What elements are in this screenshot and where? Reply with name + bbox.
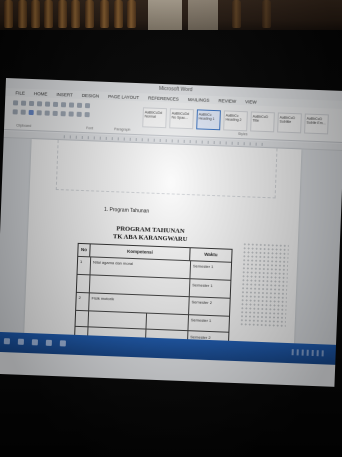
style-normal[interactable]: AaBbCcDd Normal — [142, 107, 167, 129]
table-row-1-no: 1 — [79, 258, 83, 265]
start-icon[interactable] — [3, 338, 11, 345]
bullets-icon[interactable] — [52, 101, 59, 108]
numbering-icon[interactable] — [60, 102, 67, 108]
document-title: PROGRAM TAHUNAN TK ABA KARANGWARU — [112, 225, 188, 243]
system-tray[interactable] — [291, 349, 326, 357]
pilcrow-icon[interactable] — [84, 103, 91, 109]
style-heading-2[interactable]: AaBbCc Heading 2 — [223, 110, 248, 132]
styles-group-label: Styles — [237, 131, 248, 137]
menu-mailings[interactable]: MAILINGS — [188, 96, 210, 102]
menu-design[interactable]: DESIGN — [82, 92, 99, 98]
menu-view[interactable]: VIEW — [245, 99, 257, 104]
align-right-icon[interactable] — [52, 110, 58, 117]
sort-icon[interactable] — [76, 102, 83, 108]
font-tools-row — [12, 100, 91, 109]
font-group-label: Font — [86, 126, 94, 131]
menu-file[interactable]: FILE — [15, 90, 25, 95]
browser-icon[interactable] — [45, 339, 52, 346]
photo-scene: Microsoft Word FILE HOME INSERT DESIGN P… — [0, 0, 342, 457]
table-row-1-text: Nilai agama dan moral — [92, 259, 134, 267]
table-row-4-time: Semester 1 — [190, 317, 212, 324]
background-shelf — [0, 0, 342, 34]
borders-icon[interactable] — [84, 112, 90, 118]
align-left-icon[interactable] — [36, 110, 42, 116]
line-spacing-icon[interactable] — [68, 111, 74, 117]
menu-review[interactable]: REVIEW — [218, 98, 236, 104]
document-canvas: 1. Program Tahunan PROGRAM TAHUNAN TK AB… — [0, 137, 342, 351]
menu-insert[interactable]: INSERT — [56, 91, 73, 97]
table-row-3-no: 2 — [78, 294, 81, 301]
document-page[interactable]: 1. Program Tahunan PROGRAM TAHUNAN TK AB… — [23, 139, 302, 350]
table-row-2-time: Semester 1 — [192, 282, 213, 289]
style-subtle-emphasis[interactable]: AaBbCcD Subtle Em... — [304, 113, 329, 135]
superscript-icon[interactable] — [20, 109, 26, 115]
clear-format-icon[interactable] — [44, 101, 51, 107]
subscript-icon[interactable] — [12, 109, 18, 115]
style-no-spacing[interactable]: AaBbCcDd No Spac... — [169, 108, 194, 130]
document-subheading: 1. Program Tahunan — [103, 206, 150, 215]
shading-icon[interactable] — [76, 111, 82, 117]
table-row-3-text: Fisik motorik — [91, 295, 115, 302]
previous-page-bottom — [55, 140, 278, 199]
search-icon[interactable] — [17, 338, 24, 345]
table-row-3-time: Semester 2 — [191, 299, 213, 306]
styles-gallery: AaBbCcDd Normal AaBbCcDd No Spac... AaBbCc… — [142, 107, 329, 135]
justify-icon[interactable] — [60, 111, 66, 117]
underline-icon[interactable] — [28, 100, 35, 107]
menu-home[interactable]: HOME — [34, 91, 48, 97]
decorative-dot-pattern — [239, 242, 289, 329]
table-row-1-time: Semester 1 — [192, 263, 214, 270]
align-center-icon[interactable] — [44, 110, 50, 116]
program-table: No Kompetensi Waktu 1 Nilai agama dan mo… — [73, 242, 233, 347]
style-title[interactable]: AaBbCcD Title — [250, 111, 275, 133]
font-size-icon[interactable] — [36, 101, 43, 107]
paragraph-tools-row — [12, 109, 90, 118]
laptop-screen: Microsoft Word FILE HOME INSERT DESIGN P… — [0, 78, 342, 387]
paragraph-group-label: Paragraph — [114, 127, 131, 132]
style-heading-1[interactable]: AaBbCc Heading 1 — [196, 109, 221, 131]
clipboard-group-label: Clipboard — [16, 123, 32, 128]
bold-icon[interactable] — [12, 100, 19, 106]
task-view-icon[interactable] — [31, 339, 38, 346]
font-color-icon[interactable] — [28, 109, 34, 116]
menu-references[interactable]: REFERENCES — [148, 95, 179, 101]
menu-page-layout[interactable]: PAGE LAYOUT — [108, 93, 139, 99]
indent-icon[interactable] — [68, 102, 75, 108]
word-app-icon[interactable] — [59, 340, 66, 347]
table-header-no: No — [78, 243, 91, 257]
style-subtitle[interactable]: AaBbCcD Subtitle — [277, 112, 302, 134]
italic-icon[interactable] — [20, 100, 27, 106]
